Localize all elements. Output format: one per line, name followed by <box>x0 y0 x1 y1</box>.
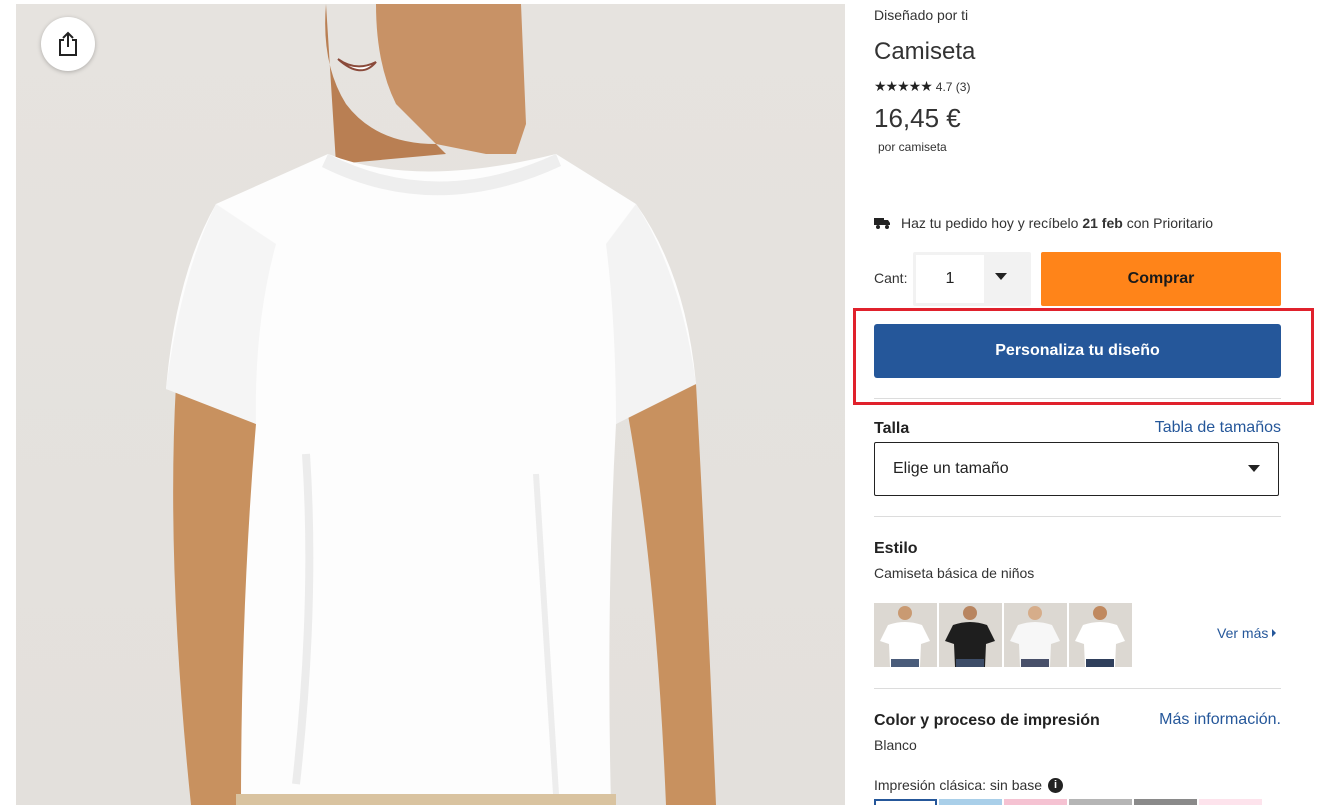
share-button[interactable] <box>41 17 95 71</box>
delivery-suffix: con Prioritario <box>1126 215 1214 231</box>
style-label: Estilo <box>874 540 918 557</box>
customize-design-button[interactable]: Personaliza tu diseño <box>874 324 1281 378</box>
divider <box>874 688 1281 689</box>
color-process-label: Color y proceso de impresión <box>874 712 1100 729</box>
chevron-down-icon[interactable] <box>995 273 1007 281</box>
color-swatch[interactable] <box>1004 799 1067 805</box>
size-select-value: Elige un tamaño <box>893 460 1009 477</box>
divider <box>874 516 1281 517</box>
size-label: Talla <box>874 420 910 437</box>
style-thumbnail[interactable] <box>1069 603 1132 667</box>
print-process-label: Impresión clásica: sin base i <box>874 777 1064 793</box>
product-image <box>16 4 845 805</box>
divider <box>874 398 1281 399</box>
size-chart-link[interactable]: Tabla de tamaños <box>1155 419 1281 437</box>
color-swatches <box>874 799 1262 805</box>
more-info-link[interactable]: Más información. <box>1159 711 1281 729</box>
truck-icon <box>874 218 890 229</box>
color-selected: Blanco <box>874 737 917 753</box>
price-unit: por camiseta <box>878 140 947 154</box>
quantity-label: Cant: <box>874 270 908 286</box>
color-swatch[interactable] <box>1069 799 1132 805</box>
style-thumbnail[interactable] <box>874 603 937 667</box>
size-select[interactable]: Elige un tamaño <box>874 442 1279 496</box>
style-thumbnails <box>874 603 1132 667</box>
buy-button[interactable]: Comprar <box>1041 252 1281 306</box>
chevron-right-icon <box>1272 629 1277 637</box>
rating-text: 4.7 (3) <box>935 79 971 94</box>
style-thumbnail[interactable] <box>1004 603 1067 667</box>
product-details-panel: Diseñado por ti Camiseta ★★★★★ 4.7 (3) 1… <box>853 0 1314 805</box>
quantity-selector[interactable] <box>913 252 1031 306</box>
color-swatch[interactable] <box>939 799 1002 805</box>
see-more-label: Ver más <box>1217 625 1269 641</box>
color-swatch[interactable] <box>1199 799 1262 805</box>
quantity-input[interactable] <box>916 255 984 303</box>
chevron-down-icon <box>1248 465 1260 472</box>
rating-summary[interactable]: ★★★★★ 4.7 (3) <box>874 78 970 95</box>
rating-stars-icon: ★★★★★ <box>874 78 933 94</box>
price: 16,45 € <box>874 103 961 133</box>
designed-by-label: Diseñado por ti <box>874 7 969 23</box>
share-icon <box>59 31 77 56</box>
delivery-prefix: Haz tu pedido hoy y recíbelo <box>901 215 1079 231</box>
style-selected: Camiseta básica de niños <box>874 565 1035 581</box>
see-more-link[interactable]: Ver más <box>1217 625 1277 641</box>
product-title: Camiseta <box>874 38 976 65</box>
print-process-text: Impresión clásica: sin base <box>874 777 1043 793</box>
style-thumbnail[interactable] <box>939 603 1002 667</box>
model-photo <box>166 4 716 805</box>
color-swatch[interactable] <box>1134 799 1197 805</box>
delivery-estimate: Haz tu pedido hoy y recíbelo 21 feb con … <box>874 215 1213 231</box>
color-swatch[interactable] <box>874 799 937 805</box>
info-icon[interactable]: i <box>1048 777 1064 793</box>
delivery-date: 21 feb <box>1082 215 1123 231</box>
